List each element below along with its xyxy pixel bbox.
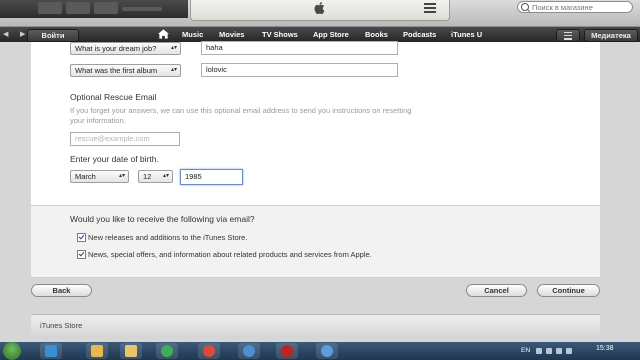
select-value: What was the first album — [75, 66, 158, 75]
email-prefs-question: Would you like to receive the following … — [70, 214, 255, 224]
itunes-toolbar: Поиск в магазине — [0, 0, 640, 27]
continue-button[interactable]: Continue — [537, 284, 600, 297]
list-view-icon[interactable] — [424, 2, 436, 14]
taskbar-record-icon[interactable] — [276, 343, 298, 359]
back-button[interactable]: Back — [31, 284, 92, 297]
menu-icon[interactable] — [556, 29, 580, 42]
dob-day-select[interactable]: 12 ▴▾ — [138, 170, 173, 183]
nav-music[interactable]: Music — [182, 29, 203, 40]
play-button[interactable] — [66, 2, 90, 14]
updown-arrow-icon: ▴▾ — [118, 173, 125, 179]
signin-button[interactable]: Войти — [27, 29, 79, 42]
security-question-select-1[interactable]: What is your dream job? ▴▾ — [70, 42, 181, 55]
search-input[interactable]: Поиск в магазине — [517, 1, 633, 13]
dob-month-select[interactable]: March ▴▾ — [70, 170, 129, 183]
taskbar-mail-icon[interactable] — [156, 343, 178, 359]
store-nav-bar: ◀ ▶ Войти Music Movies TV Shows App Stor… — [0, 27, 640, 42]
taskbar-app-icon[interactable] — [86, 343, 108, 359]
footer-label: iTunes Store — [40, 321, 83, 330]
forward-arrow-icon[interactable]: ▶ — [20, 30, 25, 38]
search-icon — [521, 3, 529, 11]
apple-logo-icon — [314, 1, 325, 15]
account-form-panel: What is your dream job? ▴▾ haha What was … — [31, 41, 600, 205]
checkbox-new-releases[interactable] — [77, 233, 86, 242]
nav-tv-shows[interactable]: TV Shows — [262, 29, 298, 40]
back-arrow-icon[interactable]: ◀ — [3, 30, 8, 38]
clock[interactable]: 15:38 — [596, 345, 614, 352]
dob-label: Enter your date of birth. — [70, 154, 159, 164]
rescue-email-title: Optional Rescue Email — [70, 92, 157, 102]
taskbar-ie-icon[interactable] — [40, 343, 62, 359]
next-button[interactable] — [94, 2, 118, 14]
nav-books[interactable]: Books — [365, 29, 388, 40]
rescue-email-help: If you forget your answers, we can use t… — [70, 106, 412, 125]
taskbar-itunes-active-icon[interactable] — [316, 343, 338, 359]
rescue-email-field[interactable]: rescue@example.com — [70, 132, 180, 146]
playback-controls — [0, 0, 188, 18]
nav-app-store[interactable]: App Store — [313, 29, 349, 40]
checkbox-label-news-offers: News, special offers, and information ab… — [88, 250, 372, 259]
select-value: March — [75, 172, 96, 181]
security-answer-field-2[interactable]: lolovic — [201, 63, 398, 77]
store-footer: iTunes Store — [31, 314, 600, 335]
nav-itunes-u[interactable]: iTunes U — [451, 29, 482, 40]
windows-taskbar: EN 15:38 — [0, 342, 640, 360]
library-button[interactable]: Медиатека — [584, 29, 638, 42]
nav-movies[interactable]: Movies — [219, 29, 244, 40]
checkbox-news-offers[interactable] — [77, 250, 86, 259]
home-icon[interactable] — [158, 29, 169, 39]
security-answer-field-1[interactable]: haha — [201, 41, 398, 55]
select-value: What is your dream job? — [75, 44, 157, 53]
select-value: 12 — [143, 172, 152, 181]
updown-arrow-icon: ▴▾ — [170, 67, 177, 73]
security-question-select-2[interactable]: What was the first album ▴▾ — [70, 64, 181, 77]
updown-arrow-icon: ▴▾ — [162, 173, 169, 179]
checkbox-label-new-releases: New releases and additions to the iTunes… — [88, 233, 248, 242]
taskbar-chrome-icon[interactable] — [198, 343, 220, 359]
cancel-button[interactable]: Cancel — [466, 284, 527, 297]
updown-arrow-icon: ▴▾ — [170, 45, 177, 51]
dob-year-field[interactable]: 1985 — [180, 169, 243, 185]
previous-button[interactable] — [38, 2, 62, 14]
taskbar-folder-icon[interactable] — [120, 343, 142, 359]
volume-slider[interactable] — [122, 7, 162, 11]
nav-podcasts[interactable]: Podcasts — [403, 29, 436, 40]
start-button-icon[interactable] — [3, 342, 21, 360]
taskbar-itunes-icon[interactable] — [238, 343, 260, 359]
email-preferences-section: Would you like to receive the following … — [31, 205, 600, 278]
system-tray — [536, 347, 586, 355]
language-indicator[interactable]: EN — [521, 347, 530, 354]
